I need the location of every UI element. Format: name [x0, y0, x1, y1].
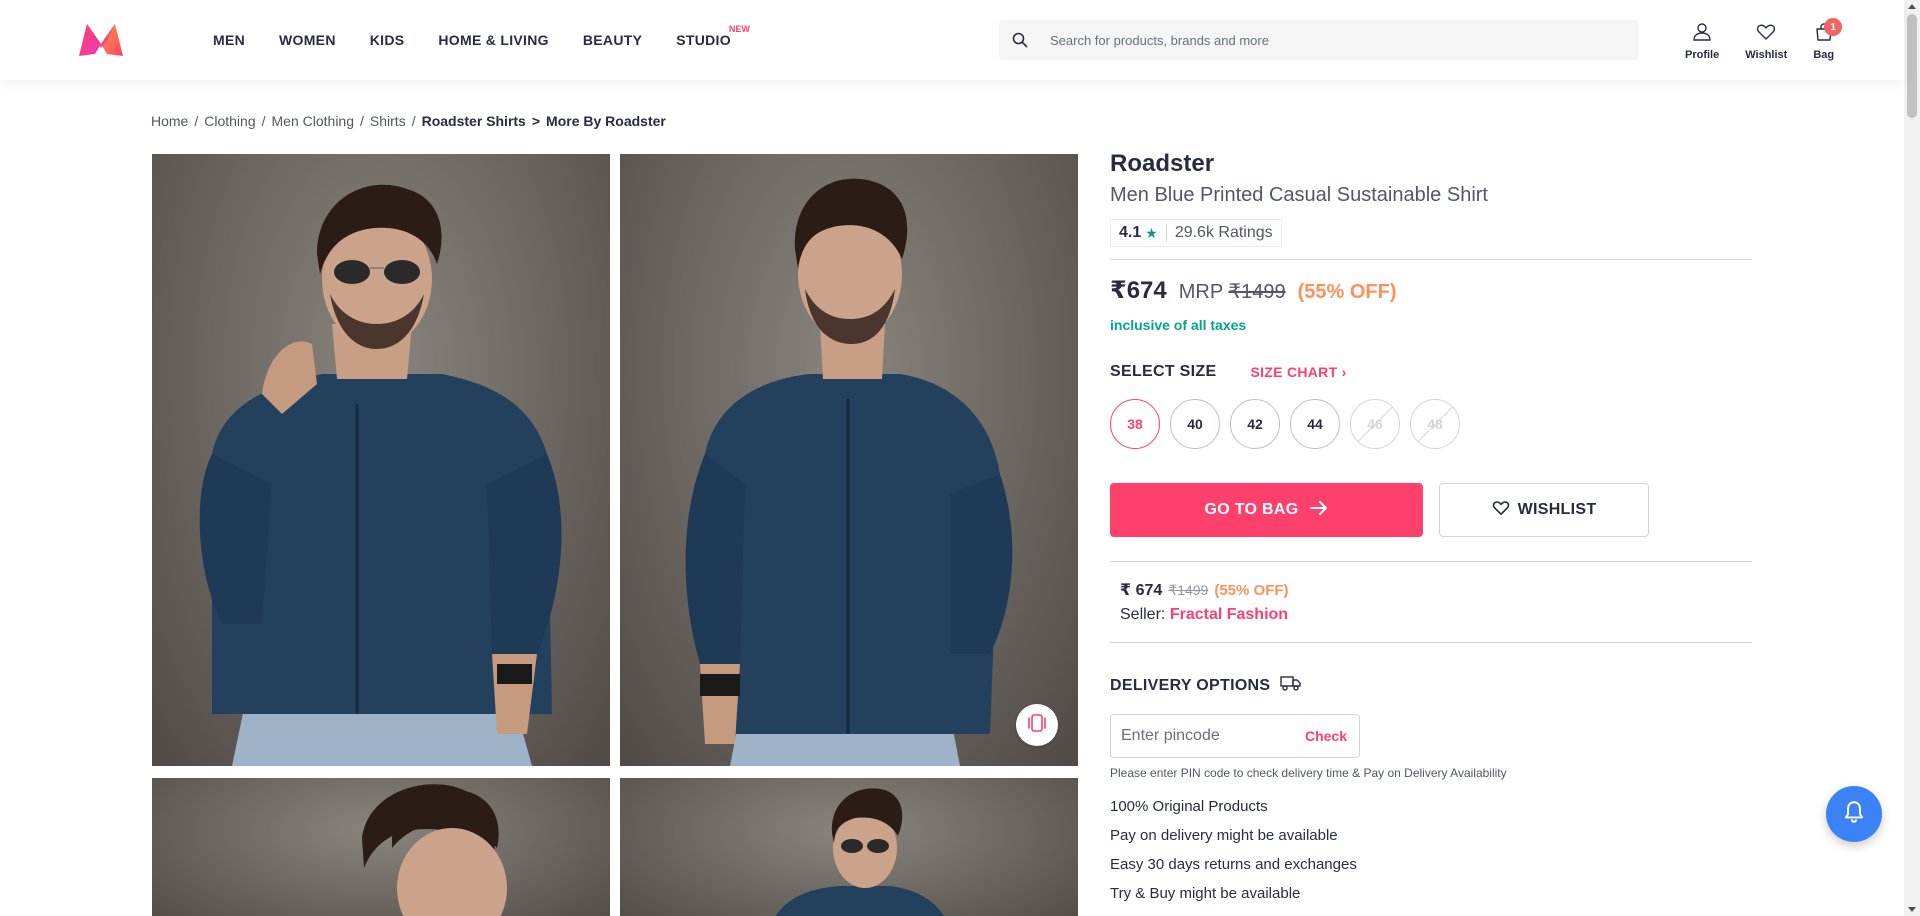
bag-label: Bag — [1813, 49, 1835, 61]
rating-badge[interactable]: 4.1 ★ 29.6k Ratings — [1110, 219, 1282, 247]
seller-mrp: ₹1499 — [1168, 582, 1209, 598]
search-bar — [999, 20, 1639, 60]
size-option-42[interactable]: 42 — [1230, 399, 1280, 449]
feature-item: Pay on delivery might be available — [1110, 827, 1338, 844]
main-nav: MEN WOMEN KIDS HOME & LIVING BEAUTY STUD… — [213, 0, 765, 80]
seller-price: ₹ 674 — [1120, 582, 1163, 599]
breadcrumb-shirts[interactable]: Shirts — [370, 113, 406, 129]
profile-button[interactable]: Profile — [1685, 22, 1719, 61]
size-options: 38 40 42 44 46 48 — [1110, 399, 1752, 449]
chevron-right-icon: › — [1341, 364, 1347, 380]
action-buttons: GO TO BAG WISHLIST — [1110, 483, 1752, 537]
product-name: Men Blue Printed Casual Sustainable Shir… — [1110, 184, 1488, 206]
header-actions: Profile Wishlist Bag 1 — [1685, 18, 1860, 61]
breadcrumb-separator: / — [261, 113, 266, 129]
size-option-40[interactable]: 40 — [1170, 399, 1220, 449]
pincode-check-button[interactable]: Check — [1305, 728, 1347, 744]
nav-beauty[interactable]: BEAUTY — [583, 32, 642, 48]
size-header: SELECT SIZE SIZE CHART › — [1110, 363, 1752, 381]
feature-item: Easy 30 days returns and exchanges — [1110, 856, 1357, 873]
scroll-up-arrow[interactable] — [1908, 4, 1916, 9]
rating-value: 4.1 — [1119, 224, 1142, 241]
nav-men[interactable]: MEN — [213, 32, 245, 48]
search-input[interactable] — [1040, 32, 1600, 48]
tax-note: inclusive of all taxes — [1110, 317, 1247, 333]
breadcrumb-arrow-separator: > — [531, 113, 541, 129]
product-image-2[interactable] — [620, 154, 1078, 766]
price-row: ₹674 MRP ₹1499 (55% OFF) — [1110, 276, 1752, 305]
size-option-44[interactable]: 44 — [1290, 399, 1340, 449]
breadcrumb-men-clothing[interactable]: Men Clothing — [272, 113, 355, 129]
similar-products-icon — [1026, 712, 1048, 739]
bell-icon — [1841, 799, 1867, 830]
breadcrumb-separator: / — [360, 113, 364, 129]
delivery-options-title: DELIVERY OPTIONS — [1110, 675, 1752, 696]
star-icon: ★ — [1145, 224, 1158, 241]
product-details: Roadster Men Blue Printed Casual Sustain… — [1110, 150, 1752, 914]
page-scrollbar[interactable] — [1904, 0, 1920, 916]
selling-price: ₹674 — [1110, 277, 1167, 304]
breadcrumb-roadster-shirts[interactable]: Roadster Shirts — [422, 113, 526, 129]
breadcrumb-more-by-roadster[interactable]: More By Roadster — [546, 113, 666, 129]
seller-price-row: ₹ 674 ₹1499 (55% OFF) — [1120, 580, 1742, 600]
similar-products-button[interactable] — [1016, 704, 1058, 746]
breadcrumb: Home / Clothing / Men Clothing / Shirts … — [151, 113, 666, 129]
mrp: MRP ₹1499 — [1178, 281, 1286, 303]
heart-icon — [1492, 500, 1518, 521]
bag-count-badge: 1 — [1824, 18, 1843, 36]
select-size-title: SELECT SIZE — [1110, 363, 1217, 380]
profile-icon — [1692, 22, 1712, 49]
wishlist-button[interactable]: Wishlist — [1745, 22, 1787, 61]
product-image-4[interactable] — [620, 778, 1078, 916]
profile-label: Profile — [1685, 49, 1720, 61]
nav-studio[interactable]: STUDIO NEW — [676, 24, 750, 48]
breadcrumb-home[interactable]: Home — [151, 113, 188, 129]
wishlist-product-button[interactable]: WISHLIST — [1439, 483, 1649, 537]
scroll-down-arrow[interactable] — [1908, 907, 1916, 912]
go-to-bag-label: GO TO BAG — [1204, 501, 1299, 518]
myntra-logo[interactable] — [76, 20, 126, 58]
site-header: MEN WOMEN KIDS HOME & LIVING BEAUTY STUD… — [0, 0, 1904, 80]
breadcrumb-separator: / — [194, 113, 199, 129]
seller-discount: (55% OFF) — [1214, 582, 1289, 599]
seller-row: Seller: Fractal Fashion — [1120, 606, 1742, 624]
divider — [1110, 642, 1752, 643]
features-list: 100% Original Products Pay on delivery m… — [1110, 798, 1752, 902]
new-badge: NEW — [728, 24, 750, 34]
rating-divider — [1165, 224, 1167, 242]
wishlist-label: Wishlist — [1745, 49, 1788, 61]
size-option-38[interactable]: 38 — [1110, 399, 1160, 449]
notification-button[interactable] — [1826, 786, 1882, 842]
go-to-bag-button[interactable]: GO TO BAG — [1110, 483, 1423, 537]
nav-home-living[interactable]: HOME & LIVING — [438, 32, 548, 48]
truck-icon — [1270, 675, 1302, 696]
seller-label: Seller: — [1120, 606, 1166, 623]
pincode-box: Check — [1110, 714, 1360, 758]
search-icon[interactable] — [1000, 20, 1040, 60]
breadcrumb-separator: / — [411, 113, 416, 129]
nav-kids[interactable]: KIDS — [370, 32, 405, 48]
product-image-3[interactable] — [152, 778, 610, 916]
seller-info: ₹ 674 ₹1499 (55% OFF) Seller: Fractal Fa… — [1110, 562, 1752, 642]
seller-name-link[interactable]: Fractal Fashion — [1170, 606, 1288, 623]
bag-button[interactable]: Bag 1 — [1813, 18, 1843, 61]
size-chart-link[interactable]: SIZE CHART › — [1250, 364, 1346, 380]
ratings-count: 29.6k Ratings — [1174, 224, 1273, 241]
scroll-thumb[interactable] — [1907, 14, 1917, 118]
divider — [1110, 259, 1752, 260]
pincode-input[interactable] — [1121, 727, 1281, 745]
breadcrumb-clothing[interactable]: Clothing — [204, 113, 255, 129]
arrow-right-icon — [1298, 500, 1328, 521]
wishlist-product-label: WISHLIST — [1517, 501, 1597, 518]
feature-item: Try & Buy might be available — [1110, 885, 1301, 902]
product-image-1[interactable] — [152, 154, 610, 766]
size-option-46: 46 — [1350, 399, 1400, 449]
heart-icon — [1756, 22, 1776, 49]
discount-percent: (55% OFF) — [1297, 281, 1397, 303]
nav-women[interactable]: WOMEN — [279, 32, 336, 48]
product-brand[interactable]: Roadster — [1110, 150, 1752, 178]
size-option-48: 48 — [1410, 399, 1460, 449]
pincode-note: Please enter PIN code to check delivery … — [1110, 766, 1507, 780]
feature-item: 100% Original Products — [1110, 798, 1268, 815]
